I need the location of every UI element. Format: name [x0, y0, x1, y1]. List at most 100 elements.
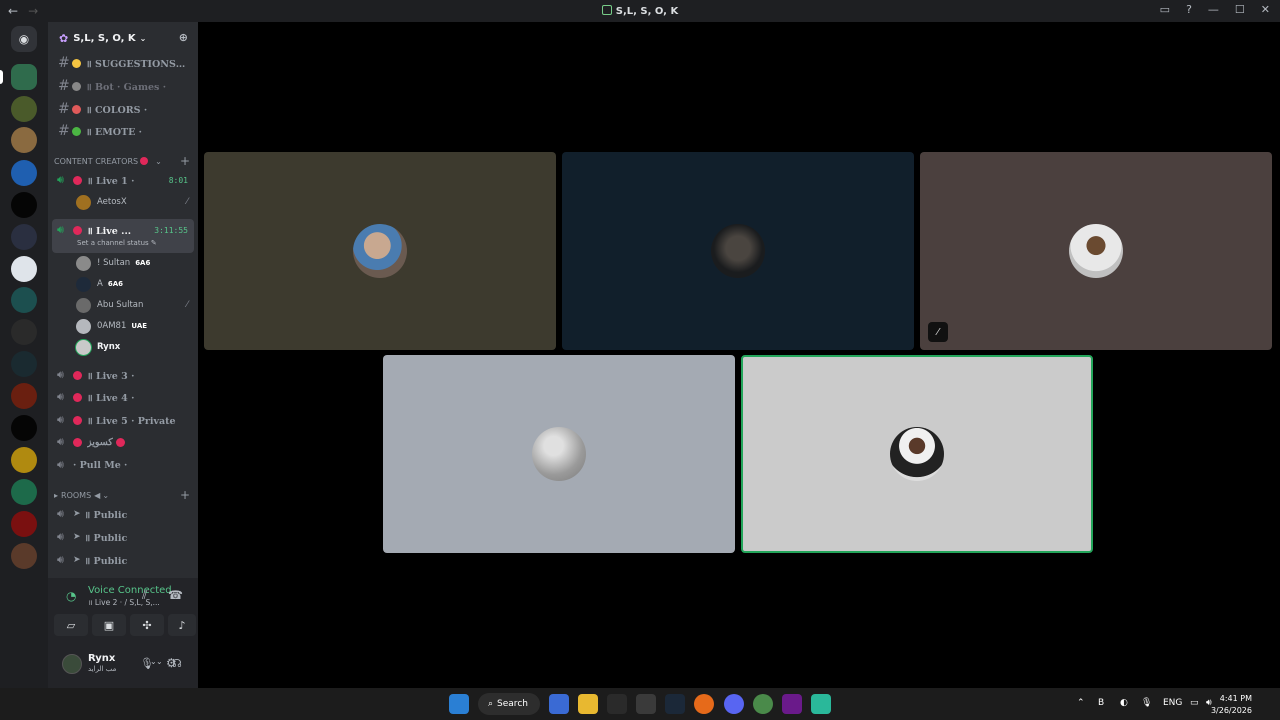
tray-app-icon[interactable]: ◐ [1120, 698, 1128, 708]
participant-tile[interactable] [204, 152, 556, 350]
steam-icon[interactable] [665, 694, 685, 714]
epic-games-icon[interactable] [607, 694, 627, 714]
server-header[interactable]: ✿ S,L, S, O, K ⌄ ⊕ [48, 22, 198, 54]
store-icon[interactable] [549, 694, 569, 714]
user-name[interactable]: Rynx [88, 653, 115, 664]
play-arrow-icon: ➤ [73, 532, 81, 542]
file-explorer-icon[interactable] [578, 694, 598, 714]
firefox-icon[interactable] [694, 694, 714, 714]
chevron-up-icon[interactable]: ⌃ [1077, 698, 1085, 708]
category-content-creators[interactable]: CONTENT CREATORS ⌄ + [54, 153, 192, 169]
server-icon[interactable] [11, 319, 37, 345]
help-icon[interactable]: ? [1186, 3, 1192, 16]
chevron-down-icon: ⌄ [139, 33, 147, 43]
maximize-icon[interactable]: ☐ [1235, 3, 1245, 16]
server-icon[interactable] [11, 224, 37, 250]
voice-channel[interactable]: 🔊︎ ॥ Live 4 · [52, 387, 194, 407]
app-icon[interactable] [811, 694, 831, 714]
app-icon[interactable] [636, 694, 656, 714]
voice-user[interactable]: 0AM81 UAE [76, 316, 192, 336]
add-channel-icon[interactable]: + [180, 488, 190, 502]
voice-channel[interactable]: 🔊︎ ➤ ॥ Public [52, 504, 194, 524]
taskbar: ⌕ Search ⌃ B ◐ 🎙︎ ENG ▭ 🔊︎ 4:41 PM 3/26/2… [0, 688, 1280, 720]
search-box[interactable]: ⌕ Search [478, 693, 540, 715]
server-icon[interactable] [11, 415, 37, 441]
voice-channel[interactable]: 🔊︎ ➤ ॥ Public [52, 550, 194, 570]
voice-connected-title[interactable]: Voice Connected [88, 585, 172, 596]
category-rooms[interactable]: ▸ ROOMS ◀ ⌄ + [54, 487, 192, 503]
voice-connected-subtitle[interactable]: ॥ Live 2 · / S,L, S,... [88, 598, 160, 608]
screen-share-button[interactable]: ▣ [92, 614, 126, 636]
server-icon[interactable] [11, 543, 37, 569]
invite-user-icon[interactable]: ⊕ [179, 31, 188, 44]
voice-user[interactable]: Abu Sultan ⁄ [76, 295, 192, 315]
voice-channel[interactable]: 🔊︎ ➤ ॥ Public [52, 527, 194, 547]
avatar [76, 318, 91, 334]
settings-gear-icon[interactable]: ⚙ [166, 656, 177, 670]
avatar[interactable] [62, 654, 82, 674]
clock[interactable]: 4:41 PM 3/26/2026 [1211, 693, 1252, 717]
server-icon[interactable] [11, 287, 37, 313]
activities-button[interactable]: ✣ [130, 614, 164, 636]
language-indicator[interactable]: ENG [1163, 698, 1182, 708]
noise-suppression-icon[interactable]: ⫽ [142, 588, 147, 603]
voice-channel[interactable]: 🔊︎ ॥ Live 3 · [52, 365, 194, 385]
avatar [76, 194, 91, 210]
server-icon[interactable] [11, 511, 37, 537]
server-icon[interactable] [11, 64, 37, 90]
windows-start-icon[interactable] [449, 694, 469, 714]
chrome-icon[interactable] [753, 694, 773, 714]
server-icon[interactable] [11, 256, 37, 282]
participant-tile[interactable]: ⁄ [920, 152, 1272, 350]
server-icon[interactable] [11, 160, 37, 186]
camera-off-button[interactable]: ▱ [54, 614, 88, 636]
server-icon[interactable] [11, 479, 37, 505]
text-channel[interactable]: # ॥ Bot · Games · [52, 76, 194, 96]
signal-icon[interactable]: ◔ [66, 589, 76, 603]
avatar [76, 255, 91, 271]
participant-tile[interactable] [383, 355, 735, 553]
server-icon[interactable] [11, 96, 37, 122]
title-bar: ← → S,L, S, O, K ▭ ? — ☐ ✕ [0, 0, 1280, 22]
server-icon[interactable] [11, 127, 37, 153]
discord-home-icon[interactable]: ◉ [11, 26, 37, 52]
add-channel-icon[interactable]: + [180, 154, 190, 168]
microphone-icon[interactable]: 🎙︎ [1141, 698, 1152, 708]
server-icon[interactable] [11, 351, 37, 377]
voice-user[interactable]: ! Sultan 6A6 [76, 253, 192, 273]
chevron-down-icon[interactable]: ⌄ [150, 657, 157, 666]
red-dot-icon [73, 370, 82, 380]
alien-emoji-icon [72, 126, 81, 136]
voice-user[interactable]: A 6A6 [76, 274, 192, 294]
voice-channel[interactable]: 🔊︎ ॥ Live 1 · 8:01 [52, 170, 194, 190]
voice-channel[interactable]: 🔊︎ ॥ Live 5 · Private [52, 410, 194, 430]
server-icon[interactable] [11, 383, 37, 409]
text-channel[interactable]: # ॥ COLORS · [52, 99, 194, 119]
participant-tile[interactable] [562, 152, 914, 350]
soundboard-button[interactable]: ♪ [168, 614, 196, 636]
tray-app-icon[interactable]: B [1098, 698, 1104, 708]
bot-emoji-icon [72, 81, 81, 91]
user-status[interactable]: مب الرايد [88, 665, 116, 673]
voice-channel[interactable]: 🔊︎ كسويز [52, 432, 194, 452]
avatar [353, 224, 407, 278]
discord-icon[interactable] [724, 694, 744, 714]
next-icon[interactable] [782, 694, 802, 714]
server-icon[interactable] [11, 192, 37, 218]
server-icon[interactable] [11, 447, 37, 473]
voice-channel[interactable]: 🔊︎ · Pull Me · [52, 455, 194, 475]
disconnect-icon[interactable]: ☎ [168, 588, 183, 602]
text-channel[interactable]: # ॥ EMOTE · [52, 121, 194, 141]
no-entry-emoji-icon [115, 437, 125, 447]
participant-tile-speaking[interactable] [741, 355, 1093, 553]
text-channel[interactable]: # ॥ SUGGESTIONS… [52, 53, 194, 73]
minimize-icon[interactable]: — [1208, 3, 1219, 16]
chevron-down-icon[interactable]: ⌄ [156, 657, 163, 666]
channel-status[interactable]: Set a channel status ✎ [77, 239, 157, 247]
voice-user[interactable]: AetosX ⁄ [76, 192, 192, 212]
close-icon[interactable]: ✕ [1261, 3, 1270, 16]
voice-user[interactable]: Rynx [76, 337, 192, 357]
inbox-icon[interactable]: ▭ [1160, 3, 1170, 16]
network-icon[interactable]: ▭ [1190, 698, 1199, 708]
voice-channel[interactable]: 🔊︎ ॥ Live ... 3:11:55 [52, 220, 194, 240]
